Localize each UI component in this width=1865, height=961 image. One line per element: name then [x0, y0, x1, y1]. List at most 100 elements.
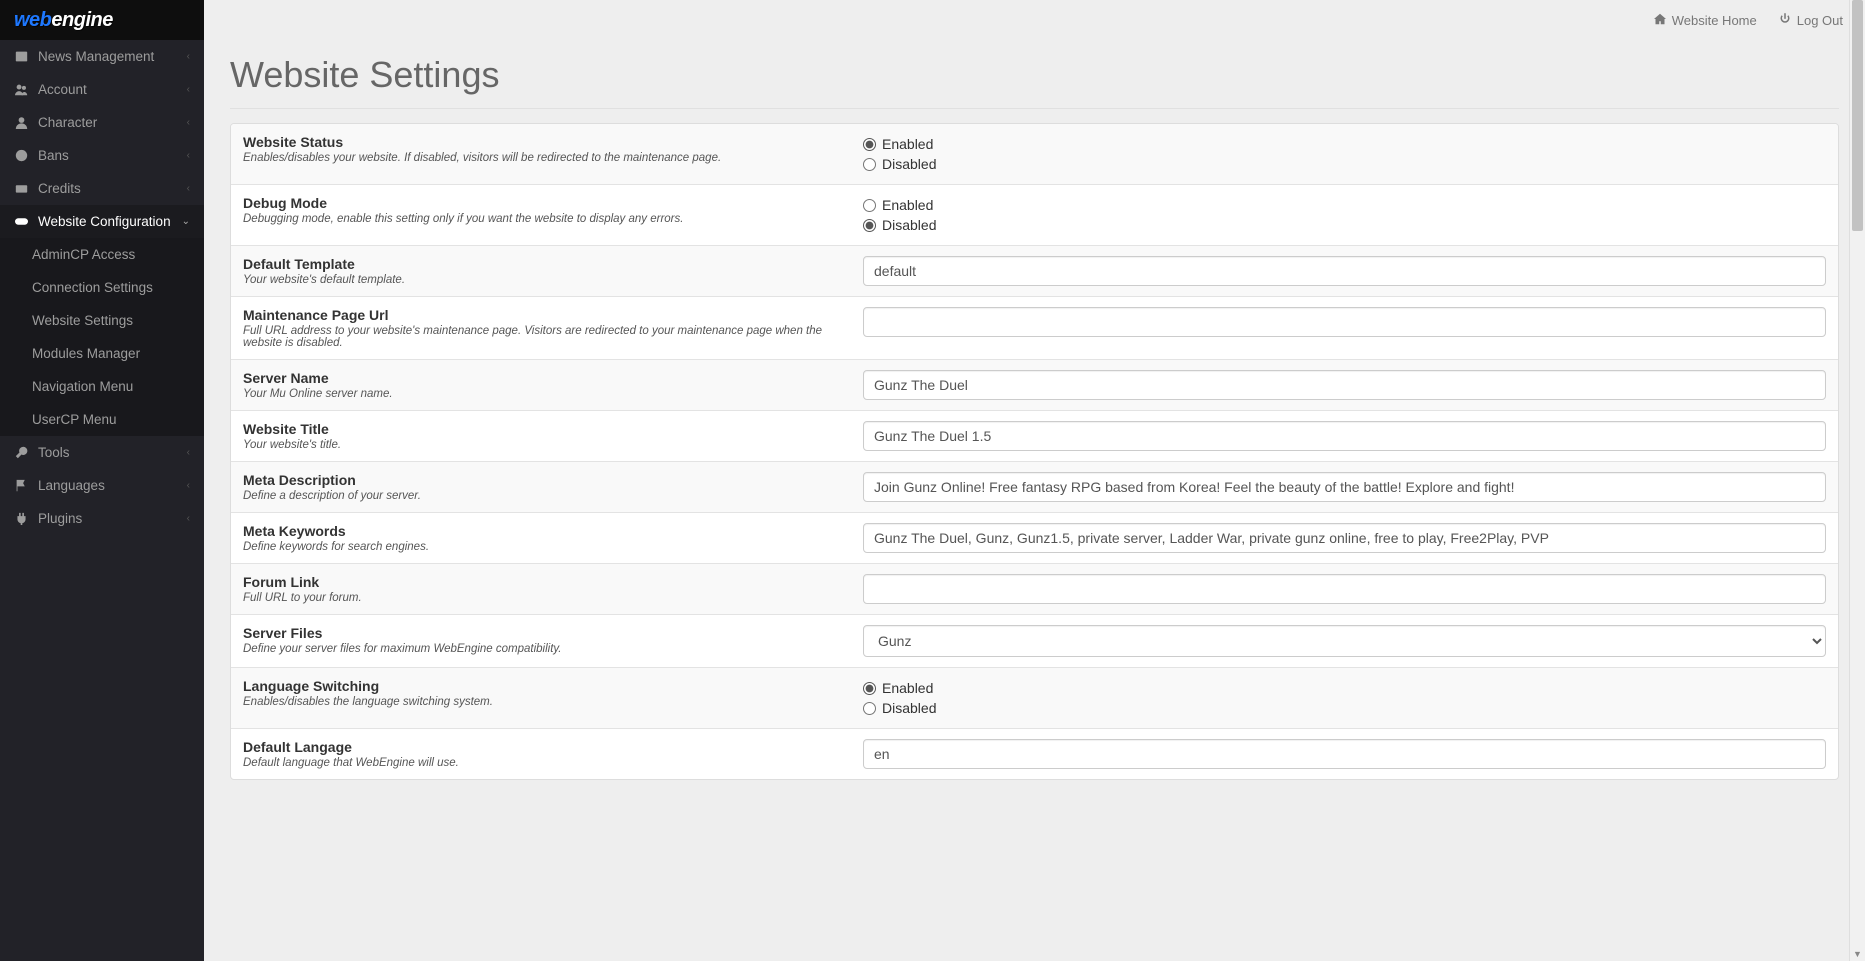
setting-desc: Your Mu Online server name.: [243, 386, 839, 400]
setting-row-maintenance-url: Maintenance Page Url Full URL address to…: [231, 297, 1838, 360]
setting-desc: Default language that WebEngine will use…: [243, 755, 839, 769]
forum-link-input[interactable]: [863, 574, 1826, 604]
info-icon: [14, 149, 28, 162]
sidebar-item-languages[interactable]: Languages ‹: [0, 469, 204, 502]
website-status-disabled[interactable]: Disabled: [863, 154, 1826, 174]
brand-web: web: [14, 9, 51, 31]
sidebar-item-label: Character: [38, 115, 97, 130]
page-title: Website Settings: [230, 46, 1839, 109]
setting-title: Debug Mode: [243, 195, 839, 211]
default-template-input[interactable]: [863, 256, 1826, 286]
chevron-down-icon: ⌄: [182, 216, 190, 227]
setting-desc: Debugging mode, enable this setting only…: [243, 211, 839, 225]
sidebar: webengine News Management ‹ Account ‹ Ch…: [0, 0, 204, 961]
scrollbar-track[interactable]: ▲ ▼: [1849, 0, 1865, 961]
sidebar-item-label: Tools: [38, 445, 70, 460]
toggle-icon: [14, 215, 28, 228]
scroll-down-icon[interactable]: ▼: [1850, 947, 1865, 961]
users-icon: [14, 83, 28, 96]
setting-title: Website Status: [243, 134, 839, 150]
chevron-left-icon: ‹: [187, 84, 190, 95]
setting-row-website-status: Website Status Enables/disables your web…: [231, 124, 1838, 185]
setting-desc: Enables/disables the language switching …: [243, 694, 839, 708]
setting-title: Default Langage: [243, 739, 839, 755]
sidebar-item-character[interactable]: Character ‹: [0, 106, 204, 139]
setting-desc: Full URL to your forum.: [243, 590, 839, 604]
sidebar-item-account[interactable]: Account ‹: [0, 73, 204, 106]
chevron-left-icon: ‹: [187, 51, 190, 62]
sidebar-item-credits[interactable]: Credits ‹: [0, 172, 204, 205]
setting-desc: Enables/disables your website. If disabl…: [243, 150, 839, 164]
brand-engine: engine: [51, 9, 112, 31]
chevron-left-icon: ‹: [187, 447, 190, 458]
sidebar-item-plugins[interactable]: Plugins ‹: [0, 502, 204, 535]
brand[interactable]: webengine: [0, 0, 204, 40]
setting-desc: Your website's default template.: [243, 272, 839, 286]
website-home-label: Website Home: [1672, 13, 1757, 28]
chevron-left-icon: ‹: [187, 513, 190, 524]
setting-desc: Define a description of your server.: [243, 488, 839, 502]
sidebar-item-label: Plugins: [38, 511, 82, 526]
chevron-left-icon: ‹: [187, 150, 190, 161]
server-files-select[interactable]: Gunz: [863, 625, 1826, 657]
sidebar-sub-navmenu[interactable]: Navigation Menu: [0, 370, 204, 403]
website-home-link[interactable]: Website Home: [1654, 13, 1757, 28]
setting-title: Default Template: [243, 256, 839, 272]
langswitch-enabled[interactable]: Enabled: [863, 678, 1826, 698]
sidebar-item-label: Website Configuration: [38, 214, 171, 229]
chevron-left-icon: ‹: [187, 183, 190, 194]
setting-desc: Define keywords for search engines.: [243, 539, 839, 553]
logout-link[interactable]: Log Out: [1779, 13, 1843, 28]
settings-panel: Website Status Enables/disables your web…: [230, 123, 1839, 780]
sidebar-item-label: Account: [38, 82, 87, 97]
sidebar-item-tools[interactable]: Tools ‹: [0, 436, 204, 469]
debug-disabled[interactable]: Disabled: [863, 215, 1826, 235]
sidebar-item-label: Credits: [38, 181, 81, 196]
sidebar-sub-usercp[interactable]: UserCP Menu: [0, 403, 204, 436]
maintenance-url-input[interactable]: [863, 307, 1826, 337]
setting-row-server-name: Server Name Your Mu Online server name.: [231, 360, 1838, 411]
sidebar-sub-modules[interactable]: Modules Manager: [0, 337, 204, 370]
setting-title: Website Title: [243, 421, 839, 437]
power-icon: [1779, 13, 1791, 28]
sidebar-item-news[interactable]: News Management ‹: [0, 40, 204, 73]
sidebar-sub-website-settings[interactable]: Website Settings: [0, 304, 204, 337]
setting-title: Meta Keywords: [243, 523, 839, 539]
setting-row-meta-desc: Meta Description Define a description of…: [231, 462, 1838, 513]
setting-title: Language Switching: [243, 678, 839, 694]
logout-label: Log Out: [1797, 13, 1843, 28]
sidebar-item-website-config[interactable]: Website Configuration ⌄: [0, 205, 204, 238]
sidebar-sub-admincp[interactable]: AdminCP Access: [0, 238, 204, 271]
plug-icon: [14, 512, 28, 525]
content: Website Settings Website Status Enables/…: [204, 40, 1865, 806]
sidebar-nav: News Management ‹ Account ‹ Character ‹ …: [0, 40, 204, 535]
setting-row-website-title: Website Title Your website's title.: [231, 411, 1838, 462]
website-title-input[interactable]: [863, 421, 1826, 451]
website-status-enabled[interactable]: Enabled: [863, 134, 1826, 154]
chevron-left-icon: ‹: [187, 480, 190, 491]
meta-description-input[interactable]: [863, 472, 1826, 502]
scrollbar-thumb[interactable]: [1852, 0, 1863, 231]
debug-enabled[interactable]: Enabled: [863, 195, 1826, 215]
setting-row-default-language: Default Langage Default language that We…: [231, 729, 1838, 780]
wrench-icon: [14, 446, 28, 459]
topbar: Website Home Log Out: [204, 0, 1865, 40]
setting-row-forum-link: Forum Link Full URL to your forum.: [231, 564, 1838, 615]
sidebar-sub-connection[interactable]: Connection Settings: [0, 271, 204, 304]
setting-row-server-files: Server Files Define your server files fo…: [231, 615, 1838, 668]
setting-row-default-template: Default Template Your website's default …: [231, 246, 1838, 297]
newspaper-icon: [14, 50, 28, 63]
default-language-input[interactable]: [863, 739, 1826, 769]
setting-title: Forum Link: [243, 574, 839, 590]
chevron-left-icon: ‹: [187, 117, 190, 128]
server-name-input[interactable]: [863, 370, 1826, 400]
user-icon: [14, 116, 28, 129]
main: Website Home Log Out Website Settings We…: [204, 0, 1865, 961]
setting-title: Server Name: [243, 370, 839, 386]
meta-keywords-input[interactable]: [863, 523, 1826, 553]
credit-icon: [14, 182, 28, 195]
sidebar-item-bans[interactable]: Bans ‹: [0, 139, 204, 172]
sidebar-item-label: News Management: [38, 49, 154, 64]
langswitch-disabled[interactable]: Disabled: [863, 698, 1826, 718]
sidebar-item-label: Bans: [38, 148, 69, 163]
